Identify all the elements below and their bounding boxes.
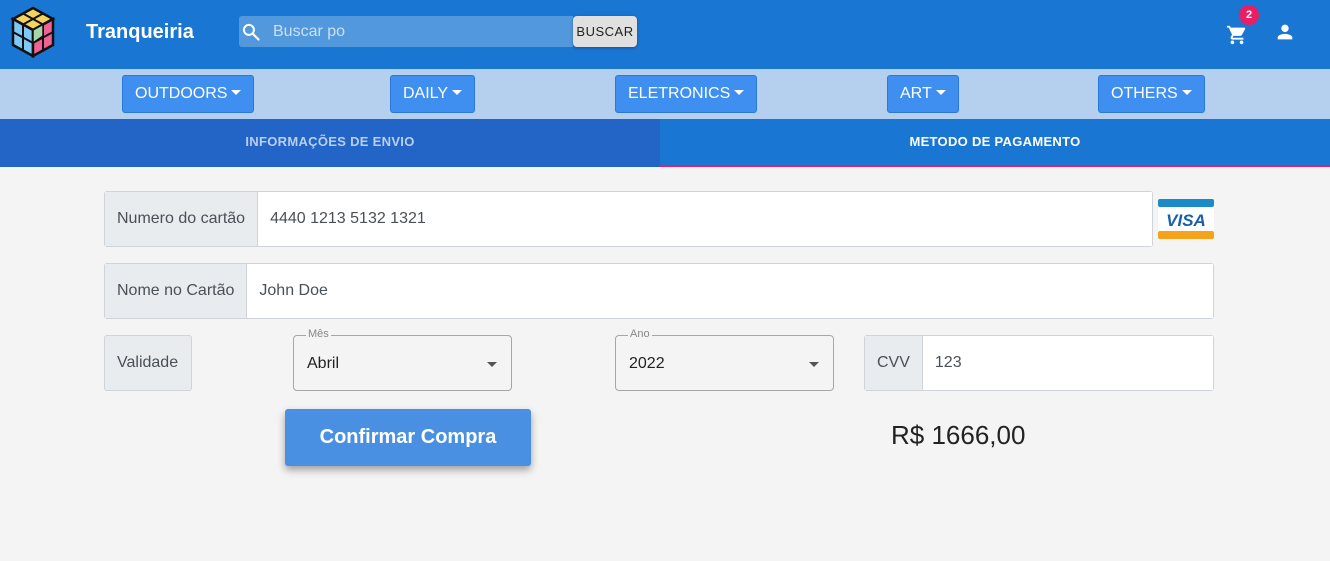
caret-down-icon <box>734 90 745 95</box>
checkout-tabs: INFORMAÇÕES DE ENVIO METODO DE PAGAMENTO <box>0 119 1330 167</box>
cube-logo-icon[interactable] <box>10 6 56 58</box>
cart-count-badge: 2 <box>1239 5 1259 25</box>
caret-down-icon <box>231 90 242 95</box>
category-label: ART <box>900 85 932 102</box>
visa-card-icon: VISA <box>1158 199 1214 239</box>
category-others-dropdown[interactable]: OTHERS <box>1098 75 1205 113</box>
category-outdoors-dropdown[interactable]: OUTDOORS <box>122 75 255 113</box>
cvv-input[interactable] <box>922 336 1213 390</box>
card-name-group: Nome no Cartão <box>104 263 1214 319</box>
card-number-group: Numero do cartão <box>104 191 1153 247</box>
category-daily-dropdown[interactable]: DAILY <box>390 75 476 113</box>
dropdown-arrow-icon <box>487 362 497 367</box>
account-icon[interactable] <box>1274 21 1296 43</box>
category-bar: OUTDOORS DAILY ELETRONICS ART OTHERS <box>0 69 1330 119</box>
confirm-purchase-button[interactable]: Confirmar Compra <box>285 409 531 466</box>
dropdown-arrow-icon <box>809 362 819 367</box>
year-select[interactable]: Ano 2022 <box>615 328 834 391</box>
card-name-label: Nome no Cartão <box>105 264 248 318</box>
year-legend: Ano <box>628 328 652 340</box>
validity-label: Validade <box>104 335 192 391</box>
active-tab-indicator <box>660 165 1330 167</box>
category-label: OUTDOORS <box>135 85 228 102</box>
shopping-cart-icon[interactable] <box>1226 24 1248 46</box>
search-input[interactable] <box>273 16 563 47</box>
cvv-group: CVV <box>864 335 1214 391</box>
card-number-label: Numero do cartão <box>105 192 259 246</box>
card-name-input[interactable] <box>247 264 1213 318</box>
search-icon <box>242 23 260 41</box>
order-total: R$ 1666,00 <box>891 420 1026 450</box>
month-value: Abril <box>307 355 340 372</box>
month-legend: Mês <box>306 328 331 340</box>
year-value: 2022 <box>629 355 665 372</box>
tab-payment-method[interactable]: METODO DE PAGAMENTO <box>660 119 1330 167</box>
category-art-dropdown[interactable]: ART <box>887 75 959 113</box>
brand-name[interactable]: Tranqueiria <box>86 21 194 44</box>
search-button[interactable]: BUSCAR <box>573 16 637 47</box>
category-eletronics-dropdown[interactable]: ELETRONICS <box>615 75 758 113</box>
category-label: OTHERS <box>1111 85 1178 102</box>
top-app-bar: Tranqueiria BUSCAR 2 <box>0 0 1330 69</box>
card-number-input[interactable] <box>258 192 1152 246</box>
tab-shipping-info[interactable]: INFORMAÇÕES DE ENVIO <box>0 119 660 167</box>
caret-down-icon <box>452 90 463 95</box>
caret-down-icon <box>935 90 946 95</box>
category-label: ELETRONICS <box>628 85 731 102</box>
month-select[interactable]: Mês Abril <box>293 328 512 391</box>
category-label: DAILY <box>403 85 449 102</box>
visa-brand-text: VISA <box>1166 211 1206 230</box>
cvv-label: CVV <box>865 336 923 390</box>
search-box <box>239 16 573 47</box>
caret-down-icon <box>1181 90 1192 95</box>
